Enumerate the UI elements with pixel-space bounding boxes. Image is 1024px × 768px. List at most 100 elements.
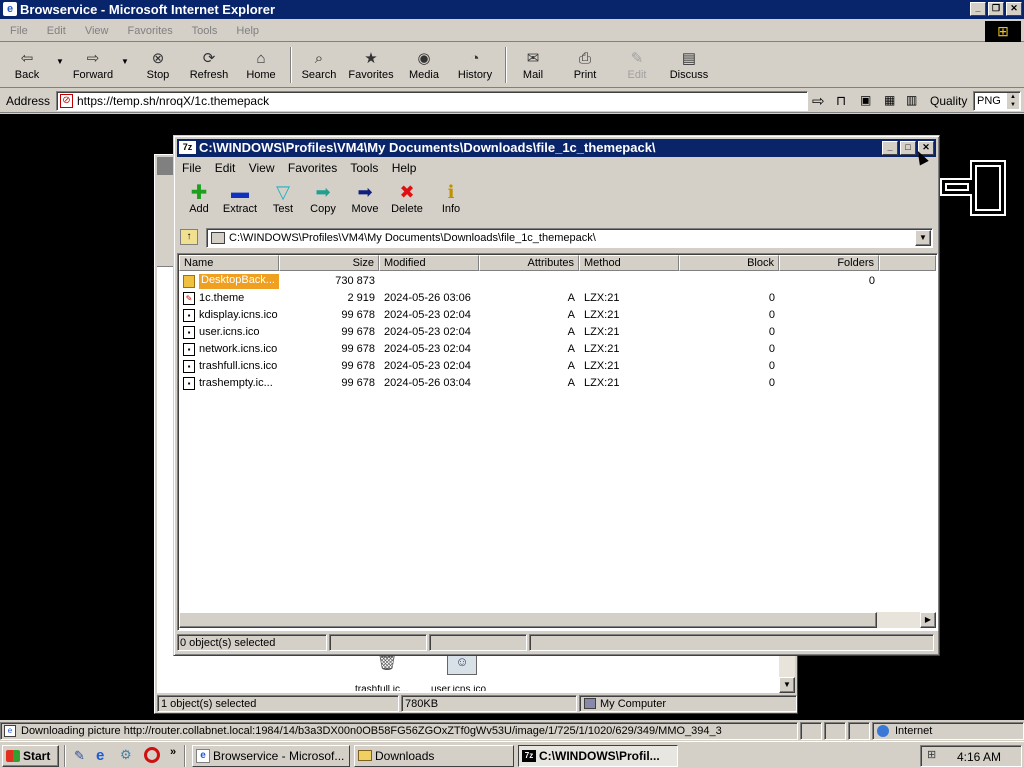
zip-menu-favorites[interactable]: Favorites: [288, 161, 337, 175]
table-row[interactable]: ▪ kdisplay.icns.ico 99 678 2024-05-23 02:04…: [179, 307, 934, 324]
zip-menu-edit[interactable]: Edit: [215, 161, 236, 175]
home-button[interactable]: ⌂ Home: [240, 47, 282, 82]
extract-button[interactable]: ▬ Extract: [219, 181, 261, 216]
stop-button[interactable]: ⊗ Stop: [138, 47, 178, 81]
go-arrow-icon[interactable]: ⇨: [812, 92, 825, 110]
mail-button[interactable]: ✉ Mail: [512, 47, 554, 81]
test-button[interactable]: ▽ Test: [265, 181, 301, 216]
opera-icon[interactable]: [144, 747, 160, 763]
print-button[interactable]: ⎙ Print: [564, 47, 606, 82]
windows-logo: ⊞: [985, 21, 1021, 42]
address-input[interactable]: ⊘ https://temp.sh/nroqX/1c.themepack: [56, 91, 808, 111]
chevron-icon[interactable]: »: [170, 746, 176, 758]
column-header-method[interactable]: Method: [579, 255, 679, 271]
blocked-page-icon: ⊘: [60, 94, 73, 108]
search-button[interactable]: ⌕ Search: [298, 47, 340, 82]
column-header-size[interactable]: Size: [279, 255, 379, 271]
bookmark-icon[interactable]: ⊓: [836, 93, 846, 109]
download-page-icon: e: [4, 725, 16, 737]
history-icon: ◔: [470, 49, 480, 67]
up-folder-button[interactable]: ↑: [180, 229, 198, 245]
ie-toolbar: ⇦ Back ▼ ⇨ Forward ▼ ⊗ Stop ⟳ Refresh ⌂ Home …: [0, 43, 1024, 88]
menu-help[interactable]: Help: [236, 25, 259, 37]
address-bar: Address ⊘ https://temp.sh/nroqX/1c.theme…: [0, 89, 1024, 113]
menu-edit[interactable]: Edit: [47, 25, 66, 37]
zip-menu-file[interactable]: File: [182, 161, 201, 175]
move-button[interactable]: ➡ Move: [347, 181, 383, 216]
zoom-icon[interactable]: ▣: [860, 93, 871, 107]
discuss-button[interactable]: ▤ Discuss: [666, 47, 712, 81]
zip-menu-view[interactable]: View: [249, 161, 275, 175]
zip-menu-bar: File Edit View Favorites Tools Help: [182, 159, 922, 177]
ie-title-bar[interactable]: e Browservice - Microsoft Internet Explo…: [0, 0, 1024, 19]
column-header-folders[interactable]: Folders: [779, 255, 879, 271]
path-combobox[interactable]: C:\WINDOWS\Profiles\VM4\My Documents\Dow…: [206, 228, 933, 248]
table-row[interactable]: ▪ network.icns.ico 99 678 2024-05-23 02:04 A…: [179, 341, 934, 358]
copy-button[interactable]: ➡ Copy: [305, 181, 341, 216]
edit-button[interactable]: ✎ Edit: [616, 47, 658, 81]
ie-launch-icon[interactable]: e: [96, 747, 112, 764]
column-header-attributes[interactable]: Attributes: [479, 255, 579, 271]
horizontal-scrollbar[interactable]: ▶: [179, 612, 936, 628]
menu-view[interactable]: View: [85, 25, 109, 37]
task-browservice[interactable]: e Browservice - Microsof...: [192, 745, 350, 767]
table-row[interactable]: ✎ 1c.theme 2 919 2024-05-26 03:06 A LZX:21 0: [179, 290, 934, 307]
start-button[interactable]: Start: [2, 745, 59, 767]
zip-window[interactable]: 7z C:\WINDOWS\Profiles\VM4\My Documents\…: [173, 135, 940, 656]
my-computer-icon: [584, 698, 596, 709]
scroll-thumb[interactable]: [179, 612, 877, 628]
menu-tools[interactable]: Tools: [192, 25, 218, 37]
delete-button[interactable]: ✖ Delete: [387, 181, 427, 216]
table-row[interactable]: ▪ user.icns.ico 99 678 2024-05-23 02:04 A LZX…: [179, 324, 934, 341]
explorer-icon-label: trashfull.ic...: [355, 685, 409, 691]
column-header-name[interactable]: Name: [179, 255, 279, 271]
table-row[interactable]: ▪ trashfull.icns.ico 99 678 2024-05-23 02:0…: [179, 358, 934, 375]
tray-network-icon[interactable]: ⊞: [927, 748, 941, 762]
zip-menu-help[interactable]: Help: [392, 161, 417, 175]
back-dropdown-icon[interactable]: ▼: [56, 57, 64, 66]
column-header-modified[interactable]: Modified: [379, 255, 479, 271]
explorer-icon-user[interactable]: ☺: [447, 653, 477, 675]
zip-window-title: C:\WINDOWS\Profiles\VM4\My Documents\Dow…: [199, 140, 656, 155]
clipboard-icon[interactable]: ▥: [906, 93, 917, 107]
zip-menu-tools[interactable]: Tools: [350, 161, 378, 175]
zip-minimize-button[interactable]: _: [882, 141, 898, 155]
quality-select[interactable]: PNG ▲ ▼: [973, 91, 1021, 111]
spinner-icon[interactable]: ▲ ▼: [1007, 93, 1019, 109]
file-icon: ▪: [183, 326, 195, 339]
explorer-status-bar: 1 object(s) selected 780KB My Computer: [157, 695, 797, 713]
delete-icon: ✖: [399, 181, 415, 202]
show-desktop-icon[interactable]: ✎: [74, 748, 90, 764]
minimize-button[interactable]: _: [970, 2, 986, 16]
forward-dropdown-icon[interactable]: ▼: [121, 57, 129, 66]
task-downloads[interactable]: Downloads: [354, 745, 514, 767]
scroll-down-button[interactable]: ▼: [779, 677, 795, 693]
cell-size: 99 678: [341, 326, 375, 338]
menu-file[interactable]: File: [10, 25, 28, 37]
restore-button[interactable]: ❐: [988, 2, 1004, 16]
media-button[interactable]: ◉ Media: [403, 47, 445, 81]
table-row[interactable]: DesktopBack... 730 873 0: [179, 273, 934, 290]
table-row[interactable]: ▪ trashempty.ic... 99 678 2024-05-26 03:04 A…: [179, 375, 934, 392]
task-7zip[interactable]: 7z C:\WINDOWS\Profil...: [518, 745, 678, 767]
path-dropdown-icon[interactable]: ▼: [915, 230, 931, 246]
window-icon[interactable]: ▦: [884, 93, 895, 107]
forward-button[interactable]: ⇨ Forward: [68, 47, 118, 81]
network-icon[interactable]: ⚙: [120, 747, 136, 763]
menu-favorites[interactable]: Favorites: [128, 25, 173, 37]
history-button[interactable]: ◔ History: [453, 47, 497, 82]
close-button[interactable]: ✕: [1006, 2, 1022, 16]
refresh-button[interactable]: ⟳ Refresh: [186, 47, 232, 81]
forward-arrow-icon: ⇨: [86, 50, 100, 67]
info-button[interactable]: ℹ Info: [433, 181, 469, 216]
back-button[interactable]: ⇦ Back: [4, 47, 50, 81]
scroll-right-button[interactable]: ▶: [920, 612, 936, 628]
zip-title-bar[interactable]: 7z C:\WINDOWS\Profiles\VM4\My Documents\…: [177, 139, 936, 157]
discuss-icon: ▤: [681, 50, 697, 67]
column-header-block[interactable]: Block: [679, 255, 779, 271]
add-button[interactable]: ✚ Add: [181, 181, 217, 216]
cell-modified: 2024-05-26 03:06: [384, 292, 471, 304]
clock[interactable]: 4:16 AM: [957, 750, 1001, 764]
cell-size: 99 678: [341, 309, 375, 321]
favorites-button[interactable]: ★ Favorites: [344, 47, 398, 81]
